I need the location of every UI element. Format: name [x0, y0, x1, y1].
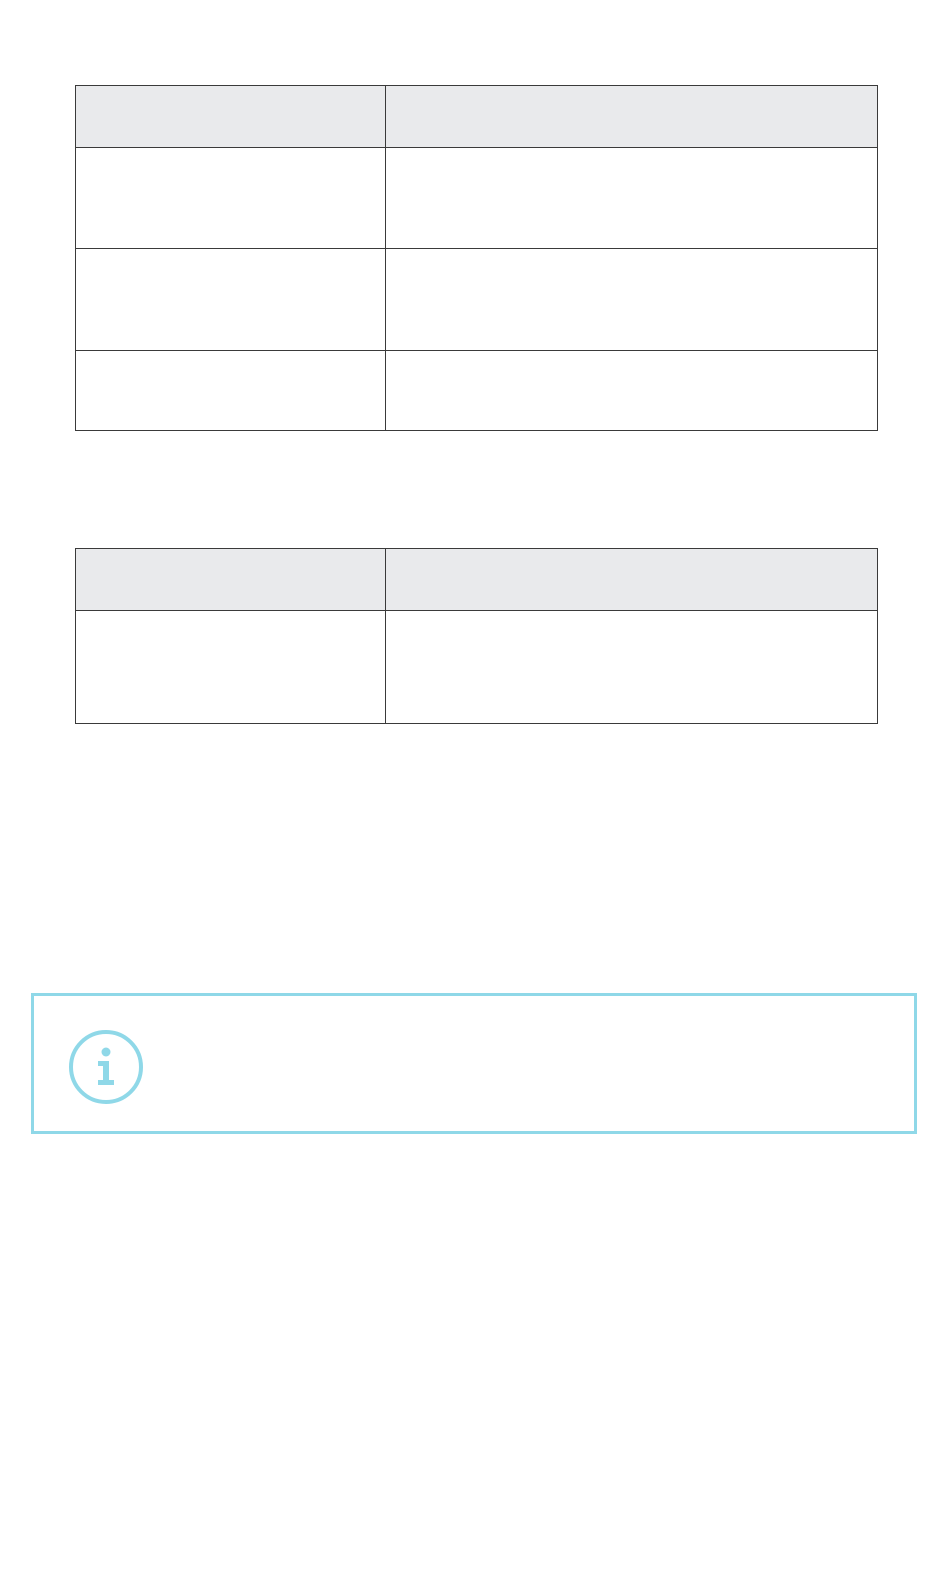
info-icon — [68, 1029, 144, 1105]
table-cell — [385, 248, 878, 351]
table-cell — [75, 610, 386, 724]
table-row — [75, 610, 878, 724]
table-2 — [75, 548, 878, 724]
table-cell — [385, 610, 878, 724]
table-cell — [75, 350, 386, 431]
table-cell — [385, 147, 878, 249]
header-cell — [385, 85, 878, 148]
table-header-row — [75, 85, 878, 148]
table-row — [75, 248, 878, 351]
table-cell — [75, 147, 386, 249]
header-cell — [385, 548, 878, 611]
header-cell — [75, 85, 386, 148]
table-1 — [75, 85, 878, 431]
table-header-row — [75, 548, 878, 611]
table-cell — [75, 248, 386, 351]
table-cell — [385, 350, 878, 431]
table-row — [75, 350, 878, 431]
info-callout — [31, 993, 917, 1134]
header-cell — [75, 548, 386, 611]
table-row — [75, 147, 878, 249]
